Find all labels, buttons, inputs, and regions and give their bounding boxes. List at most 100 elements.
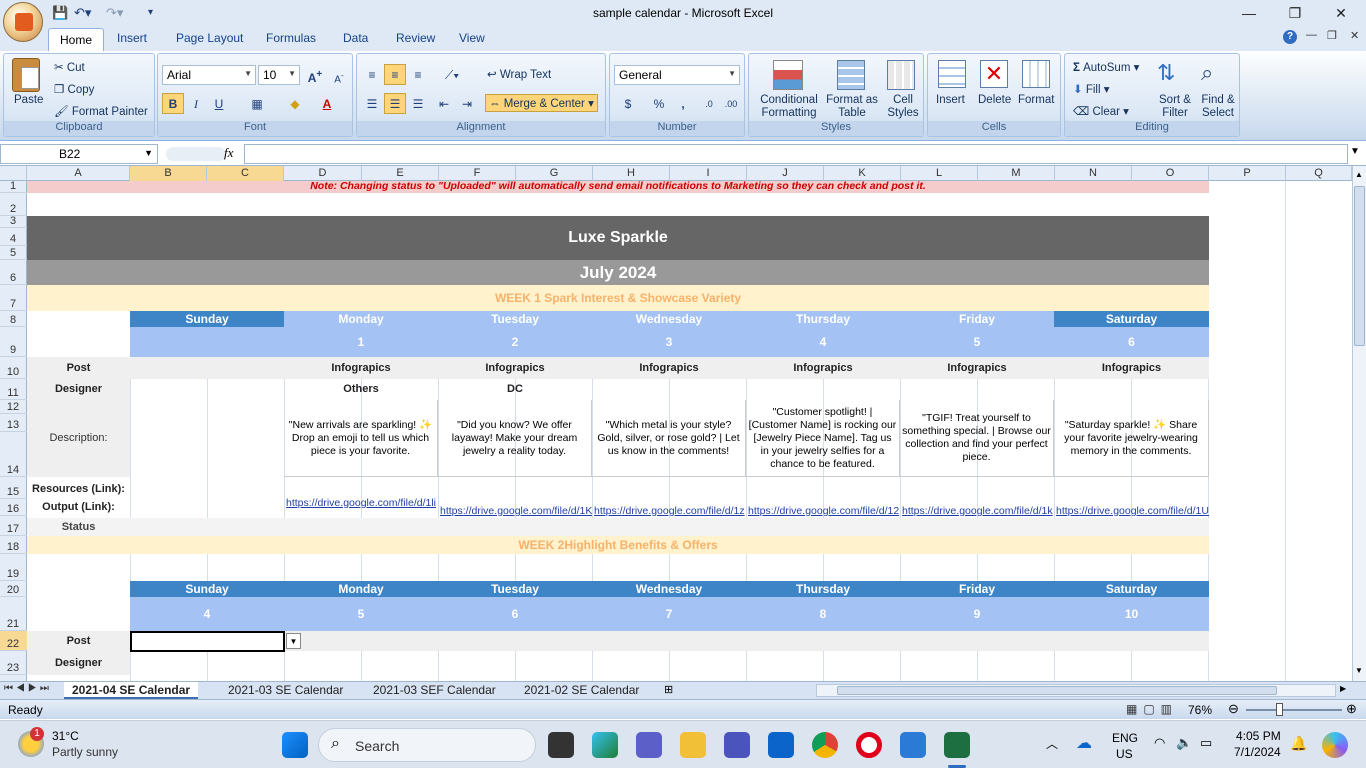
- sheet-tab[interactable]: 2021-02 SE Calendar: [516, 682, 647, 699]
- fill-color-icon[interactable]: ◆: [284, 93, 306, 114]
- tab-home[interactable]: Home: [48, 28, 105, 52]
- format-cells-icon[interactable]: [1022, 60, 1050, 88]
- col-header-f[interactable]: F: [439, 166, 516, 181]
- output-link[interactable]: https://drive.google.com/file/d/1K: [440, 505, 592, 519]
- sheet-nav-icon[interactable]: ⏮◀▶⏭: [4, 683, 52, 694]
- help-icon[interactable]: ?: [1283, 30, 1297, 44]
- output-link[interactable]: https://drive.google.com/file/d/1U: [1056, 505, 1209, 519]
- font-color-icon[interactable]: A: [316, 93, 338, 114]
- output-link[interactable]: https://drive.google.com/file/d/1z: [594, 505, 746, 519]
- excel-icon[interactable]: [944, 732, 970, 758]
- formula-input[interactable]: [244, 144, 1348, 164]
- onedrive-icon[interactable]: ☁: [1076, 733, 1092, 753]
- output-link[interactable]: https://drive.google.com/file/d/12: [748, 505, 900, 519]
- currency-button[interactable]: $: [614, 93, 642, 114]
- clock-date[interactable]: 7/1/2024: [1234, 745, 1281, 759]
- col-header-g[interactable]: G: [516, 166, 593, 181]
- vertical-scrollbar[interactable]: ▲ ▼: [1352, 166, 1366, 681]
- task-view-icon[interactable]: [548, 732, 574, 758]
- output-link[interactable]: https://drive.google.com/file/d/1li: [286, 497, 438, 511]
- sort-filter-button[interactable]: Sort & Filter: [1155, 94, 1195, 120]
- row-header[interactable]: 21: [0, 597, 27, 631]
- date-cell[interactable]: 9: [900, 597, 1054, 631]
- scroll-up-icon[interactable]: ▲: [1355, 170, 1363, 179]
- col-header-o[interactable]: O: [1132, 166, 1209, 181]
- decrease-indent-icon[interactable]: ⇤: [433, 93, 455, 114]
- ribbon-restore-icon[interactable]: ❐: [1327, 29, 1337, 42]
- post-cell[interactable]: Infograpics: [438, 357, 592, 379]
- col-header-i[interactable]: I: [670, 166, 747, 181]
- taskbar-search[interactable]: ⌕ Search: [318, 728, 536, 762]
- teams-icon[interactable]: [636, 732, 662, 758]
- wifi-icon[interactable]: ◠: [1154, 735, 1165, 751]
- row-header[interactable]: 18: [0, 536, 27, 554]
- sheet-tab[interactable]: 2021-03 SE Calendar: [220, 682, 351, 699]
- zoom-in-icon[interactable]: ⊕: [1346, 701, 1357, 717]
- row-header[interactable]: 17: [0, 516, 27, 536]
- post-label[interactable]: Post: [27, 631, 130, 651]
- tab-view[interactable]: View: [459, 31, 485, 45]
- date-cell[interactable]: 6: [438, 597, 592, 631]
- cell-styles-button[interactable]: Cell Styles: [883, 94, 923, 120]
- scroll-right-icon[interactable]: ▶: [1340, 684, 1346, 693]
- bold-button[interactable]: B: [162, 93, 184, 114]
- underline-button[interactable]: U: [208, 93, 230, 114]
- week1-banner[interactable]: WEEK 1 Spark Interest & Showcase Variety: [27, 285, 1209, 311]
- date-cell[interactable]: 3: [592, 327, 746, 357]
- align-left-icon[interactable]: ☰: [361, 93, 383, 114]
- number-format-combo[interactable]: General ▼: [614, 65, 740, 85]
- close-button[interactable]: ✕: [1318, 2, 1364, 24]
- description-cell[interactable]: "Customer spotlight! | [Customer Name] i…: [746, 400, 900, 477]
- col-header-k[interactable]: K: [824, 166, 901, 181]
- format-painter-button[interactable]: 🖌 Format Painter: [54, 104, 148, 118]
- output-label[interactable]: Output (Link):: [27, 499, 130, 516]
- shrink-font-button[interactable]: A-: [328, 64, 350, 85]
- selected-cell-b22[interactable]: [130, 631, 285, 652]
- tab-insert[interactable]: Insert: [117, 31, 147, 45]
- format-as-table-icon[interactable]: [837, 60, 865, 90]
- sheet-tab[interactable]: 2021-03 SEF Calendar: [365, 682, 504, 699]
- col-header-m[interactable]: M: [978, 166, 1055, 181]
- date-cell[interactable]: 1: [284, 327, 438, 357]
- col-header-c[interactable]: C: [207, 166, 284, 181]
- font-size-combo[interactable]: 10 ▼: [258, 65, 300, 85]
- zoom-slider-thumb[interactable]: [1276, 703, 1283, 716]
- col-header-e[interactable]: E: [362, 166, 439, 181]
- tab-formulas[interactable]: Formulas: [266, 31, 316, 45]
- chevron-up-icon[interactable]: ︿: [1046, 735, 1058, 752]
- insert-button[interactable]: Insert: [936, 94, 965, 106]
- description-cell[interactable]: "Which metal is your style? Gold, silver…: [592, 400, 746, 477]
- copy-button[interactable]: ❐ Copy: [54, 82, 94, 96]
- grow-font-button[interactable]: A+: [304, 64, 326, 85]
- insert-cells-icon[interactable]: [938, 60, 966, 88]
- date-cell[interactable]: 6: [1054, 327, 1209, 357]
- edge-icon[interactable]: [592, 732, 618, 758]
- post-label[interactable]: Post: [27, 357, 130, 379]
- date-cell[interactable]: 7: [592, 597, 746, 631]
- date-cell[interactable]: 8: [746, 597, 900, 631]
- col-header-a[interactable]: A: [27, 166, 130, 181]
- delete-button[interactable]: Delete: [978, 94, 1011, 106]
- post-cell[interactable]: Infograpics: [746, 357, 900, 379]
- designer-label[interactable]: Designer: [27, 651, 130, 675]
- day-header-thursday[interactable]: Thursday: [746, 581, 900, 597]
- align-bottom-icon[interactable]: ≡: [407, 64, 429, 85]
- col-header-b[interactable]: B: [130, 166, 207, 181]
- col-header-d[interactable]: D: [284, 166, 362, 181]
- increase-decimal-icon[interactable]: .0: [698, 93, 720, 114]
- windows-start-icon[interactable]: [282, 732, 308, 758]
- date-cell[interactable]: 4: [130, 597, 284, 631]
- row-header[interactable]: 22: [0, 631, 27, 651]
- designer-cell[interactable]: DC: [438, 379, 592, 400]
- merge-center-button[interactable]: ⇔ Merge & Center ▾: [485, 94, 598, 112]
- tab-review[interactable]: Review: [396, 31, 435, 45]
- blank-row[interactable]: [27, 193, 1209, 216]
- conditional-formatting-icon[interactable]: [773, 60, 803, 90]
- minimize-button[interactable]: —: [1226, 2, 1272, 24]
- align-middle-icon[interactable]: ≡: [384, 64, 406, 85]
- scroll-down-icon[interactable]: ▼: [1355, 666, 1363, 675]
- sheet-tab-active[interactable]: 2021-04 SE Calendar: [64, 682, 199, 699]
- date-cell[interactable]: 5: [284, 597, 438, 631]
- description-label[interactable]: Description:: [27, 400, 130, 477]
- conditional-formatting-button[interactable]: Conditional Formatting: [757, 94, 821, 120]
